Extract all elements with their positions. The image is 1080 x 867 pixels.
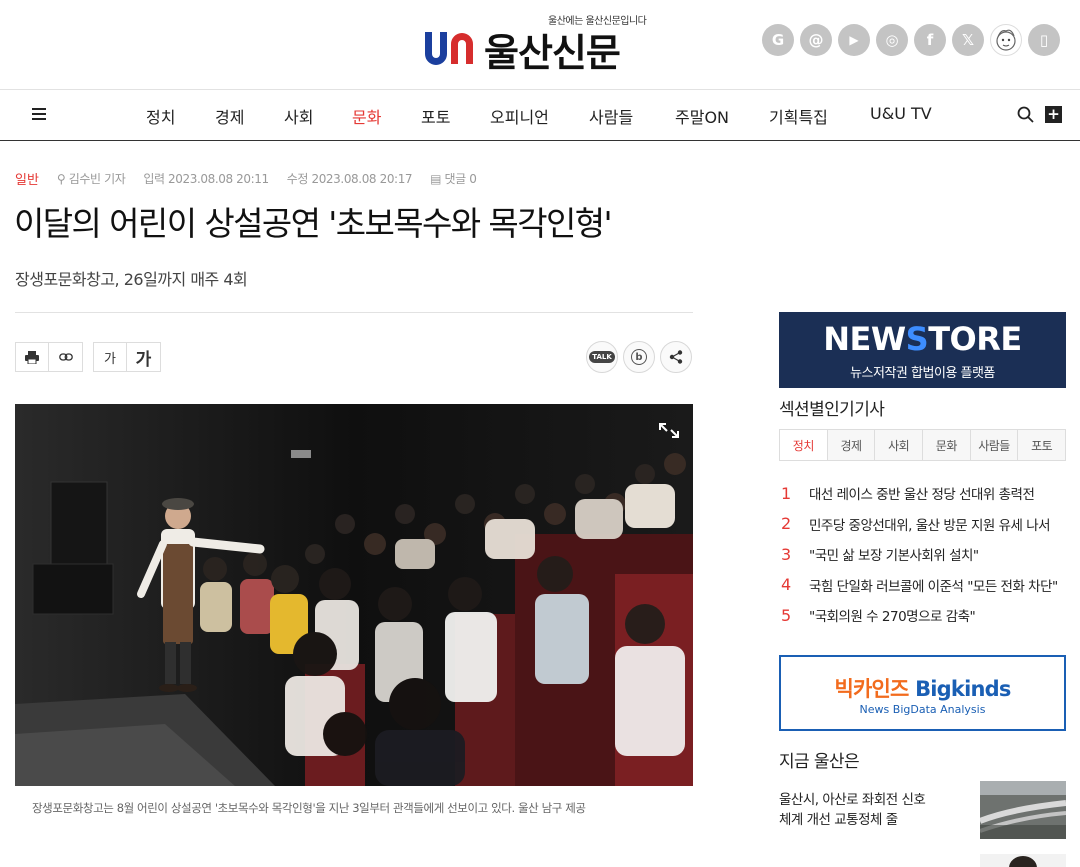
google-icon[interactable]: G [762, 24, 794, 56]
rank-number: 5 [781, 605, 792, 625]
copy-link-button[interactable] [49, 342, 83, 372]
article-meta: 일반 ⚲ 김수빈 기자 입력 2023.08.08 20:11 수정 2023.… [15, 169, 494, 188]
facebook-icon[interactable]: f [914, 24, 946, 56]
person-icon: ⚲ [56, 172, 69, 186]
search-icon[interactable] [1017, 106, 1034, 123]
comment-count-label: 댓글 0 [444, 172, 477, 186]
rank-number: 1 [781, 483, 792, 503]
share-nodes-icon [669, 350, 683, 364]
social-links: G @ ▶ ◎ f 𝕏 ▯ [762, 24, 1060, 56]
tab-economy[interactable]: 경제 [826, 430, 875, 460]
nav-item-economy[interactable]: 경제 [215, 104, 244, 128]
nav-item-uutv[interactable]: U&U TV [870, 104, 932, 123]
newstore-title: NEWSTORE [779, 320, 1066, 358]
newstore-subtitle: 뉴스저작권 합법이용 플랫폼 [850, 366, 995, 381]
tab-people[interactable]: 사람들 [969, 430, 1018, 460]
newstore-title-b: S [905, 320, 929, 358]
nav-item-photo[interactable]: 포토 [421, 104, 450, 128]
logo-mark-icon [425, 32, 473, 65]
nav-item-people[interactable]: 사람들 [589, 104, 633, 128]
site-header: 울산에는 울산신문입니다 울산신문 G @ ▶ ◎ f 𝕏 ▯ [0, 0, 1080, 90]
youtube-icon[interactable]: ▶ [838, 24, 870, 56]
kakaotalk-share-icon[interactable]: TALK [586, 341, 618, 373]
rank-title[interactable]: 민주당 중앙선대위, 울산 방문 지원 유세 나서 [809, 514, 1061, 534]
tab-politics[interactable]: 정치 [780, 430, 827, 460]
newstore-title-a: NEW [823, 320, 906, 358]
now-ulsan-headline[interactable]: 울산시, 아산로 좌회전 신호 체계 개선 교통정체 줄 [779, 790, 929, 830]
rank-title[interactable]: 대선 레이스 중반 울산 정당 선대위 총력전 [809, 483, 1061, 503]
portrait-photo [980, 854, 1066, 867]
mascot-face-icon [996, 29, 1016, 51]
now-ulsan-title: 지금 울산은 [779, 752, 860, 772]
rank-number: 2 [781, 514, 792, 534]
rank-number: 3 [781, 544, 792, 564]
list-item[interactable]: 5 "국회의원 수 270명으로 감축" [781, 600, 1066, 631]
kakaotalk-label: TALK [589, 351, 615, 363]
tab-society[interactable]: 사회 [874, 430, 923, 460]
now-ulsan-thumbnail-2[interactable] [980, 853, 1066, 867]
print-button[interactable] [15, 342, 49, 372]
band-share-icon[interactable]: b [623, 341, 655, 373]
rank-title[interactable]: "국회의원 수 270명으로 감축" [809, 605, 1061, 625]
published-date: 입력 2023.08.08 20:11 [143, 172, 269, 186]
list-item[interactable]: 3 "국민 삶 보장 기본사회위 설치" [781, 539, 1066, 570]
share-tools: TALK b [586, 341, 692, 373]
comment-icon: ▤ [430, 172, 445, 186]
plus-icon[interactable]: + [1045, 106, 1062, 123]
rank-title[interactable]: "국민 삶 보장 기본사회위 설치" [809, 544, 1061, 564]
print-icon [25, 350, 39, 364]
nav-item-opinion[interactable]: 오피니언 [490, 104, 549, 128]
nav-item-special[interactable]: 기획특집 [769, 104, 828, 128]
bigkinds-banner[interactable]: 빅카인즈 Bigkinds News BigData Analysis [779, 655, 1066, 731]
nav-item-culture[interactable]: 문화 [352, 104, 381, 128]
nav-item-politics[interactable]: 정치 [146, 104, 175, 128]
main-nav: 정치 경제 사회 문화 포토 오피니언 사람들 주말ON 기획특집 U&U TV… [0, 89, 1080, 141]
article-author: ⚲ 김수빈 기자 [56, 170, 126, 187]
photo-caption: 장생포문화창고는 8월 어린이 상설공연 '초보목수와 목각인형'을 지난 3일… [32, 801, 586, 815]
divider [15, 312, 693, 313]
newstore-title-c: TORE [928, 320, 1022, 358]
popular-ranking-list: 1 대선 레이스 중반 울산 정당 선대위 총력전 2 민주당 중앙선대위, 울… [781, 478, 1066, 631]
article-tools: 가 가 [15, 342, 161, 372]
now-ulsan-thumbnail[interactable] [980, 781, 1066, 839]
tab-culture[interactable]: 문화 [922, 430, 970, 460]
comment-count[interactable]: ▤ 댓글 0 [430, 170, 477, 187]
band-label: b [631, 349, 647, 365]
mascot-icon[interactable] [990, 24, 1022, 56]
list-item[interactable]: 2 민주당 중앙선대위, 울산 방문 지원 유세 나서 [781, 509, 1066, 540]
newstore-banner[interactable]: NEWSTORE 뉴스저작권 합법이용 플랫폼 [779, 312, 1066, 388]
tab-photo[interactable]: 포토 [1017, 430, 1066, 460]
rank-title[interactable]: 국힘 단일화 러브콜에 이준석 "모든 전화 차단" [809, 575, 1061, 595]
nav-item-society[interactable]: 사회 [284, 104, 313, 128]
theater-photo [15, 404, 693, 786]
nav-item-weekend[interactable]: 주말ON [675, 104, 729, 128]
article-subheadline: 장생포문화창고, 26일까지 매주 4회 [15, 270, 248, 289]
logo-text: 울산신문 [484, 31, 621, 75]
mobile-icon[interactable]: ▯ [1028, 24, 1060, 56]
article-photo[interactable] [15, 404, 693, 786]
list-item[interactable]: 1 대선 레이스 중반 울산 정당 선대위 총력전 [781, 478, 1066, 509]
modified-date: 수정 2023.08.08 20:17 [286, 172, 413, 186]
bigkinds-subtitle: News BigData Analysis [859, 703, 986, 716]
article-headline: 이달의 어린이 상설공연 '초보목수와 목각인형' [14, 204, 613, 243]
bigkinds-title: 빅카인즈 Bigkinds [781, 673, 1064, 703]
bigkinds-title-en: Bigkinds [915, 677, 1011, 701]
popular-tabs: 정치 경제 사회 문화 사람들 포토 [779, 429, 1066, 461]
popular-section-title: 섹션별인기기사 [779, 400, 885, 420]
instagram-icon[interactable]: ◎ [876, 24, 908, 56]
rank-number: 4 [781, 575, 792, 595]
article-category[interactable]: 일반 [15, 169, 39, 188]
font-increase-button[interactable]: 가 [127, 342, 161, 372]
list-item[interactable]: 4 국힘 단일화 러브콜에 이준석 "모든 전화 차단" [781, 570, 1066, 601]
x-icon[interactable]: 𝕏 [952, 24, 984, 56]
author-name: 김수빈 기자 [68, 172, 126, 186]
road-aerial-photo [980, 781, 1066, 839]
threads-icon[interactable]: @ [800, 24, 832, 56]
font-decrease-button[interactable]: 가 [93, 342, 127, 372]
bigkinds-title-ko: 빅카인즈 [834, 677, 909, 701]
link-icon [58, 353, 73, 361]
share-icon[interactable] [660, 341, 692, 373]
site-logo[interactable]: 울산에는 울산신문입니다 울산신문 [422, 10, 662, 76]
